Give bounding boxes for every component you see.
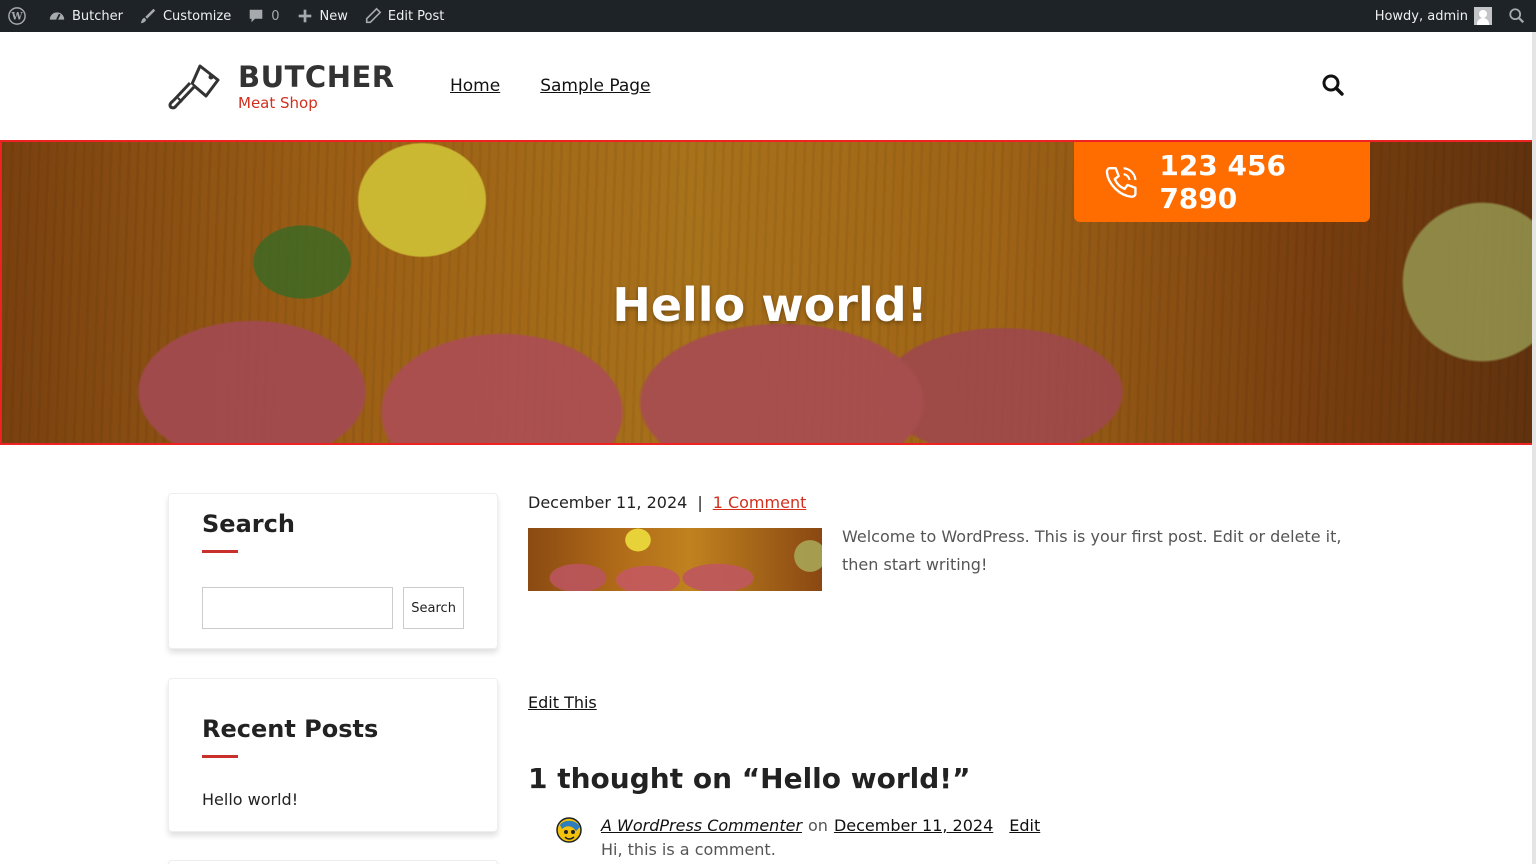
site-logo[interactable]: BUTCHER Meat Shop bbox=[166, 62, 395, 114]
comments-link[interactable]: 0 bbox=[239, 0, 287, 32]
dashboard-icon bbox=[49, 12, 65, 21]
new-label: New bbox=[319, 8, 348, 24]
wordpress-menu[interactable]: W bbox=[0, 0, 40, 32]
site-tagline: Meat Shop bbox=[238, 94, 318, 112]
admin-search-button[interactable] bbox=[1500, 0, 1536, 32]
wordpress-logo-icon: W bbox=[8, 7, 26, 25]
page-scrollbar[interactable] bbox=[1532, 32, 1536, 864]
edit-this-link[interactable]: Edit This bbox=[528, 693, 597, 712]
cleaver-icon bbox=[168, 64, 220, 110]
nav-sample-page[interactable]: Sample Page bbox=[540, 76, 650, 96]
comment-text: Hi, this is a comment. bbox=[601, 840, 776, 859]
user-avatar-icon bbox=[1474, 7, 1492, 25]
site-title: BUTCHER bbox=[238, 60, 395, 94]
search-widget-title: Search bbox=[202, 510, 295, 538]
brush-icon bbox=[140, 8, 156, 24]
comments-title: 1 thought on “Hello world!” bbox=[528, 762, 971, 795]
admin-bar: W Butcher Customize 0 New Edit Post Howd… bbox=[0, 0, 1536, 32]
post-thumbnail[interactable] bbox=[528, 528, 822, 591]
recent-posts-widget: Recent Posts Hello world! bbox=[168, 678, 498, 832]
site-name-menu[interactable]: Butcher bbox=[40, 0, 131, 32]
svg-text:W: W bbox=[10, 12, 23, 23]
phone-callout[interactable]: 123 456 7890 bbox=[1074, 142, 1370, 222]
sidebar-search-input[interactable] bbox=[202, 587, 394, 629]
comment-on-label: on bbox=[808, 816, 828, 835]
customize-link[interactable]: Customize bbox=[131, 0, 239, 32]
page-title: Hello world! bbox=[612, 278, 928, 332]
recent-posts-title: Recent Posts bbox=[202, 715, 379, 743]
post-date: December 11, 2024 bbox=[528, 493, 688, 512]
sidebar-widget-partial bbox=[168, 860, 498, 864]
comment-date-link[interactable]: December 11, 2024 bbox=[834, 816, 993, 835]
comment-edit-link[interactable]: Edit bbox=[1009, 816, 1040, 835]
comments-count: 0 bbox=[271, 8, 280, 24]
post-excerpt: Welcome to WordPress. This is your first… bbox=[842, 527, 1342, 574]
site-header: BUTCHER Meat Shop Home Sample Page bbox=[0, 32, 1536, 140]
main-navigation: Home Sample Page bbox=[450, 76, 651, 96]
new-content-menu[interactable]: New bbox=[288, 0, 356, 32]
search-icon bbox=[1509, 8, 1525, 24]
edit-post-label: Edit Post bbox=[387, 8, 445, 24]
comment-author-link[interactable]: A WordPress Commenter bbox=[601, 816, 802, 835]
comment-bubble-icon bbox=[249, 9, 263, 23]
comments-count-link[interactable]: 1 Comment bbox=[713, 493, 807, 512]
my-account-menu[interactable]: Howdy, admin bbox=[1367, 0, 1500, 32]
sidebar-search-button[interactable]: Search bbox=[403, 587, 464, 629]
pencil-icon bbox=[365, 7, 382, 24]
phone-ringing-icon bbox=[1105, 167, 1137, 198]
nav-home[interactable]: Home bbox=[450, 76, 500, 96]
title-underline bbox=[202, 550, 238, 553]
title-underline bbox=[202, 755, 238, 758]
edit-post-link[interactable]: Edit Post bbox=[356, 0, 453, 32]
post-meta: December 11, 2024 | 1 Comment bbox=[528, 493, 806, 512]
customize-label: Customize bbox=[162, 8, 232, 24]
meta-separator: | bbox=[697, 493, 703, 512]
phone-number: 123 456 7890 bbox=[1159, 149, 1286, 215]
header-search-icon[interactable] bbox=[1320, 72, 1346, 98]
commenter-avatar-icon bbox=[556, 817, 582, 843]
search-widget: Search Search bbox=[168, 493, 498, 649]
hero-banner: Hello world! 123 456 7890 bbox=[0, 140, 1536, 445]
site-name-label: Butcher bbox=[72, 8, 123, 24]
greeting-label: Howdy, admin bbox=[1374, 8, 1468, 24]
comment-meta: A WordPress Commenter on December 11, 20… bbox=[601, 816, 1040, 835]
plus-icon bbox=[298, 9, 311, 23]
recent-post-link[interactable]: Hello world! bbox=[202, 790, 464, 809]
